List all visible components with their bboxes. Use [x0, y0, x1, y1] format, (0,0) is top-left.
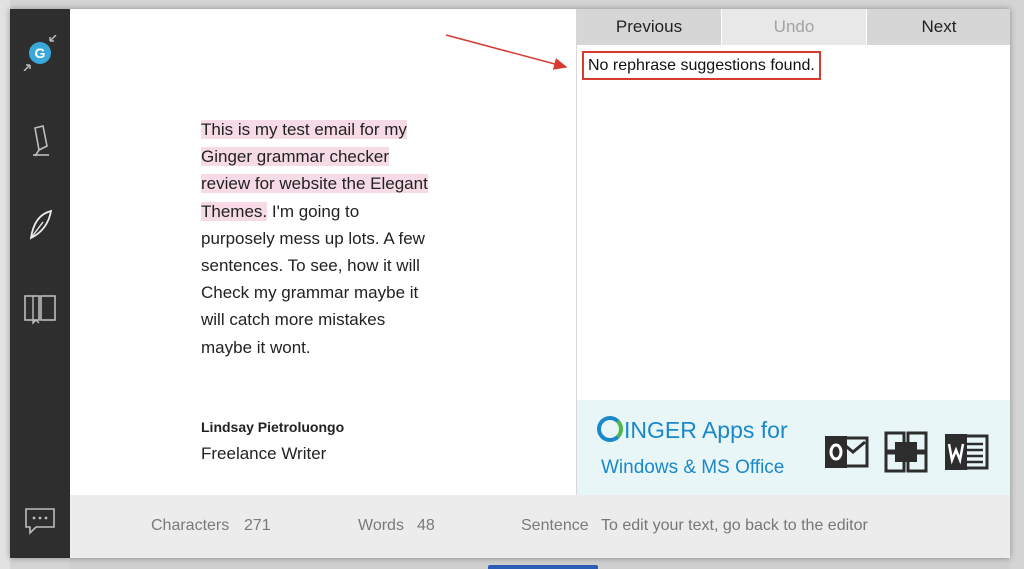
- ad-brand-name: INGER: [624, 417, 697, 443]
- ad-subtitle: Windows & MS Office: [601, 457, 785, 478]
- navigation-tabs: Previous Undo Next: [577, 9, 1010, 45]
- word-icon: [945, 434, 989, 470]
- sentence-label: Sentence: [521, 517, 589, 534]
- words-label: Words: [358, 517, 404, 534]
- ad-banner[interactable]: INGER Apps for Windows & MS Office: [577, 400, 1010, 495]
- characters-count: 271: [244, 517, 271, 534]
- next-button[interactable]: Next: [867, 9, 1010, 45]
- suggestion-message: No rephrase suggestions found.: [582, 51, 821, 80]
- ginger-g-icon: [597, 416, 623, 442]
- words-count: 48: [417, 517, 435, 534]
- previous-button[interactable]: Previous: [577, 9, 722, 45]
- background-button: [488, 565, 598, 569]
- ad-brand: INGER Apps for: [597, 416, 788, 444]
- suggestions-panel: Previous Undo Next No rephrase suggestio…: [576, 9, 1010, 495]
- background-strip: [0, 0, 10, 569]
- editor-hint: To edit your text, go back to the editor: [601, 517, 868, 534]
- outlook-icon: [825, 436, 869, 468]
- ginger-modal: G This is my test email for my Ginger gr…: [10, 9, 1010, 558]
- characters-label: Characters: [151, 517, 230, 534]
- status-bar: Characters 271 Words 48 Sentence To edit…: [70, 495, 1010, 558]
- undo-button[interactable]: Undo: [722, 9, 867, 45]
- windows-icon: [884, 431, 928, 473]
- ad-brand-suffix: Apps for: [696, 417, 788, 443]
